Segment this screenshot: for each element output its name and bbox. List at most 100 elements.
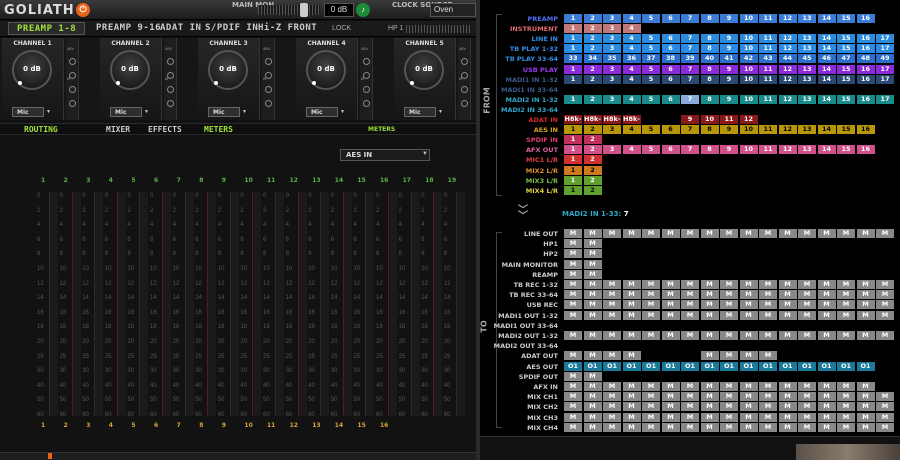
routing-cell[interactable]: H8k-4 [622,115,641,132]
routing-cell[interactable]: 8 [700,125,719,135]
routing-cell[interactable]: M [720,290,738,300]
routing-cell[interactable]: M [700,351,719,361]
routing-cell[interactable]: 2 [583,34,602,44]
routing-cell[interactable]: M [837,290,855,300]
routing-cell[interactable]: 15 [837,94,855,104]
phase-toggle[interactable] [461,100,468,107]
routing-cell[interactable]: 5 [642,14,660,23]
routing-cell[interactable]: M [798,331,816,340]
routing-cell[interactable]: M [661,290,680,300]
routing-cell[interactable]: M [837,382,855,391]
routing-cell[interactable]: 12 [778,125,797,135]
horizontal-scrollbar[interactable] [0,452,478,460]
routing-cell[interactable]: 13 [798,74,816,84]
tab-meters[interactable]: METERS [204,125,233,134]
routing-cell[interactable]: M [856,422,875,432]
routing-cell[interactable]: M [720,310,738,320]
routing-cell[interactable]: M [661,280,680,289]
routing-cell[interactable]: M [681,412,699,422]
routing-cell[interactable]: M [700,402,719,412]
routing-cell[interactable]: M [759,392,777,402]
routing-cell[interactable]: M [603,351,621,361]
option-toggle[interactable] [69,86,76,93]
routing-cell[interactable]: M [759,310,777,320]
routing-cell[interactable]: M [837,331,855,340]
routing-cell[interactable]: 4 [622,34,641,44]
routing-cell[interactable]: M [837,280,855,289]
routing-cell[interactable]: M [583,392,602,402]
routing-cell[interactable]: 11 [759,14,777,23]
routing-cell[interactable]: M [798,382,816,391]
routing-cell[interactable]: 10 [739,14,758,23]
routing-cell[interactable]: M [778,402,797,412]
routing-cell[interactable]: 42 [739,54,758,64]
routing-cell[interactable]: M [759,412,777,422]
routing-cell[interactable]: 6 [661,44,680,54]
option-toggle[interactable] [167,58,174,65]
routing-cell[interactable]: 11 [759,64,777,74]
routing-cell[interactable]: H8k-3 [603,115,621,132]
routing-cell[interactable]: M [642,300,660,310]
routing-cell[interactable]: 12 [778,145,797,155]
routing-cell[interactable]: M [798,300,816,310]
routing-cell[interactable]: 3 [603,94,621,104]
routing-cell[interactable]: M [856,331,875,340]
routing-cell[interactable]: 14 [817,34,836,44]
routing-cell[interactable]: 1 [564,64,582,74]
routing-cell[interactable]: M [876,392,894,402]
routing-cell[interactable]: 5 [642,34,660,44]
routing-cell[interactable]: 10 [739,74,758,84]
routing-cell[interactable]: 13 [798,34,816,44]
routing-cell[interactable]: 10 [739,94,758,104]
routing-cell[interactable]: 10 [739,44,758,54]
routing-cell[interactable]: 14 [817,74,836,84]
routing-cell[interactable]: 1 [564,145,582,155]
routing-cell[interactable]: 3 [603,145,621,155]
routing-cell[interactable]: M [700,280,719,289]
routing-cell[interactable]: M [817,402,836,412]
routing-cell[interactable]: M [739,310,758,320]
routing-cell[interactable]: O1 [759,361,777,371]
input-type-select[interactable]: Mic [404,107,436,117]
routing-cell[interactable]: M [681,290,699,300]
routing-cell[interactable]: M [876,310,894,320]
phase-toggle[interactable] [265,100,272,107]
routing-cell[interactable]: M [622,422,641,432]
routing-cell[interactable]: 13 [798,14,816,23]
routing-cell[interactable]: 12 [778,44,797,54]
routing-cell[interactable]: 12 [739,115,758,124]
phase-toggle[interactable] [69,100,76,107]
routing-cell[interactable]: M [642,382,660,391]
routing-cell[interactable]: H8k-1 [564,115,582,132]
routing-cell[interactable]: 17 [876,34,894,44]
option-toggle[interactable] [69,72,76,79]
routing-cell[interactable]: 6 [661,145,680,155]
speaker-icon[interactable]: ♪ [356,3,370,17]
tab-spdif-in[interactable]: S/PDIF IN [205,23,258,33]
routing-cell[interactable]: 4 [622,64,641,74]
routing-cell[interactable]: 9 [720,74,738,84]
option-toggle[interactable] [167,86,174,93]
routing-cell[interactable]: 2 [583,74,602,84]
routing-cell[interactable]: M [603,392,621,402]
routing-cell[interactable]: 11 [720,115,738,124]
routing-cell[interactable]: M [700,331,719,340]
routing-cell[interactable]: M [583,229,602,238]
routing-cell[interactable]: M [778,310,797,320]
routing-cell[interactable]: M [817,422,836,432]
routing-cell[interactable]: M [798,310,816,320]
routing-cell[interactable]: 5 [642,74,660,84]
routing-cell[interactable]: M [856,412,875,422]
routing-cell[interactable]: M [720,280,738,289]
routing-cell[interactable]: M [622,402,641,412]
routing-cell[interactable]: 6 [661,64,680,74]
input-type-select[interactable]: Mic [12,107,44,117]
routing-cell[interactable]: M [759,300,777,310]
routing-cell[interactable]: 3 [603,14,621,23]
routing-cell[interactable]: 44 [778,54,797,64]
routing-cell[interactable]: M [564,331,582,340]
routing-cell[interactable]: M [603,382,621,391]
routing-cell[interactable]: M [798,229,816,238]
tab-mixer[interactable]: MIXER [106,125,130,134]
routing-cell[interactable]: M [837,392,855,402]
